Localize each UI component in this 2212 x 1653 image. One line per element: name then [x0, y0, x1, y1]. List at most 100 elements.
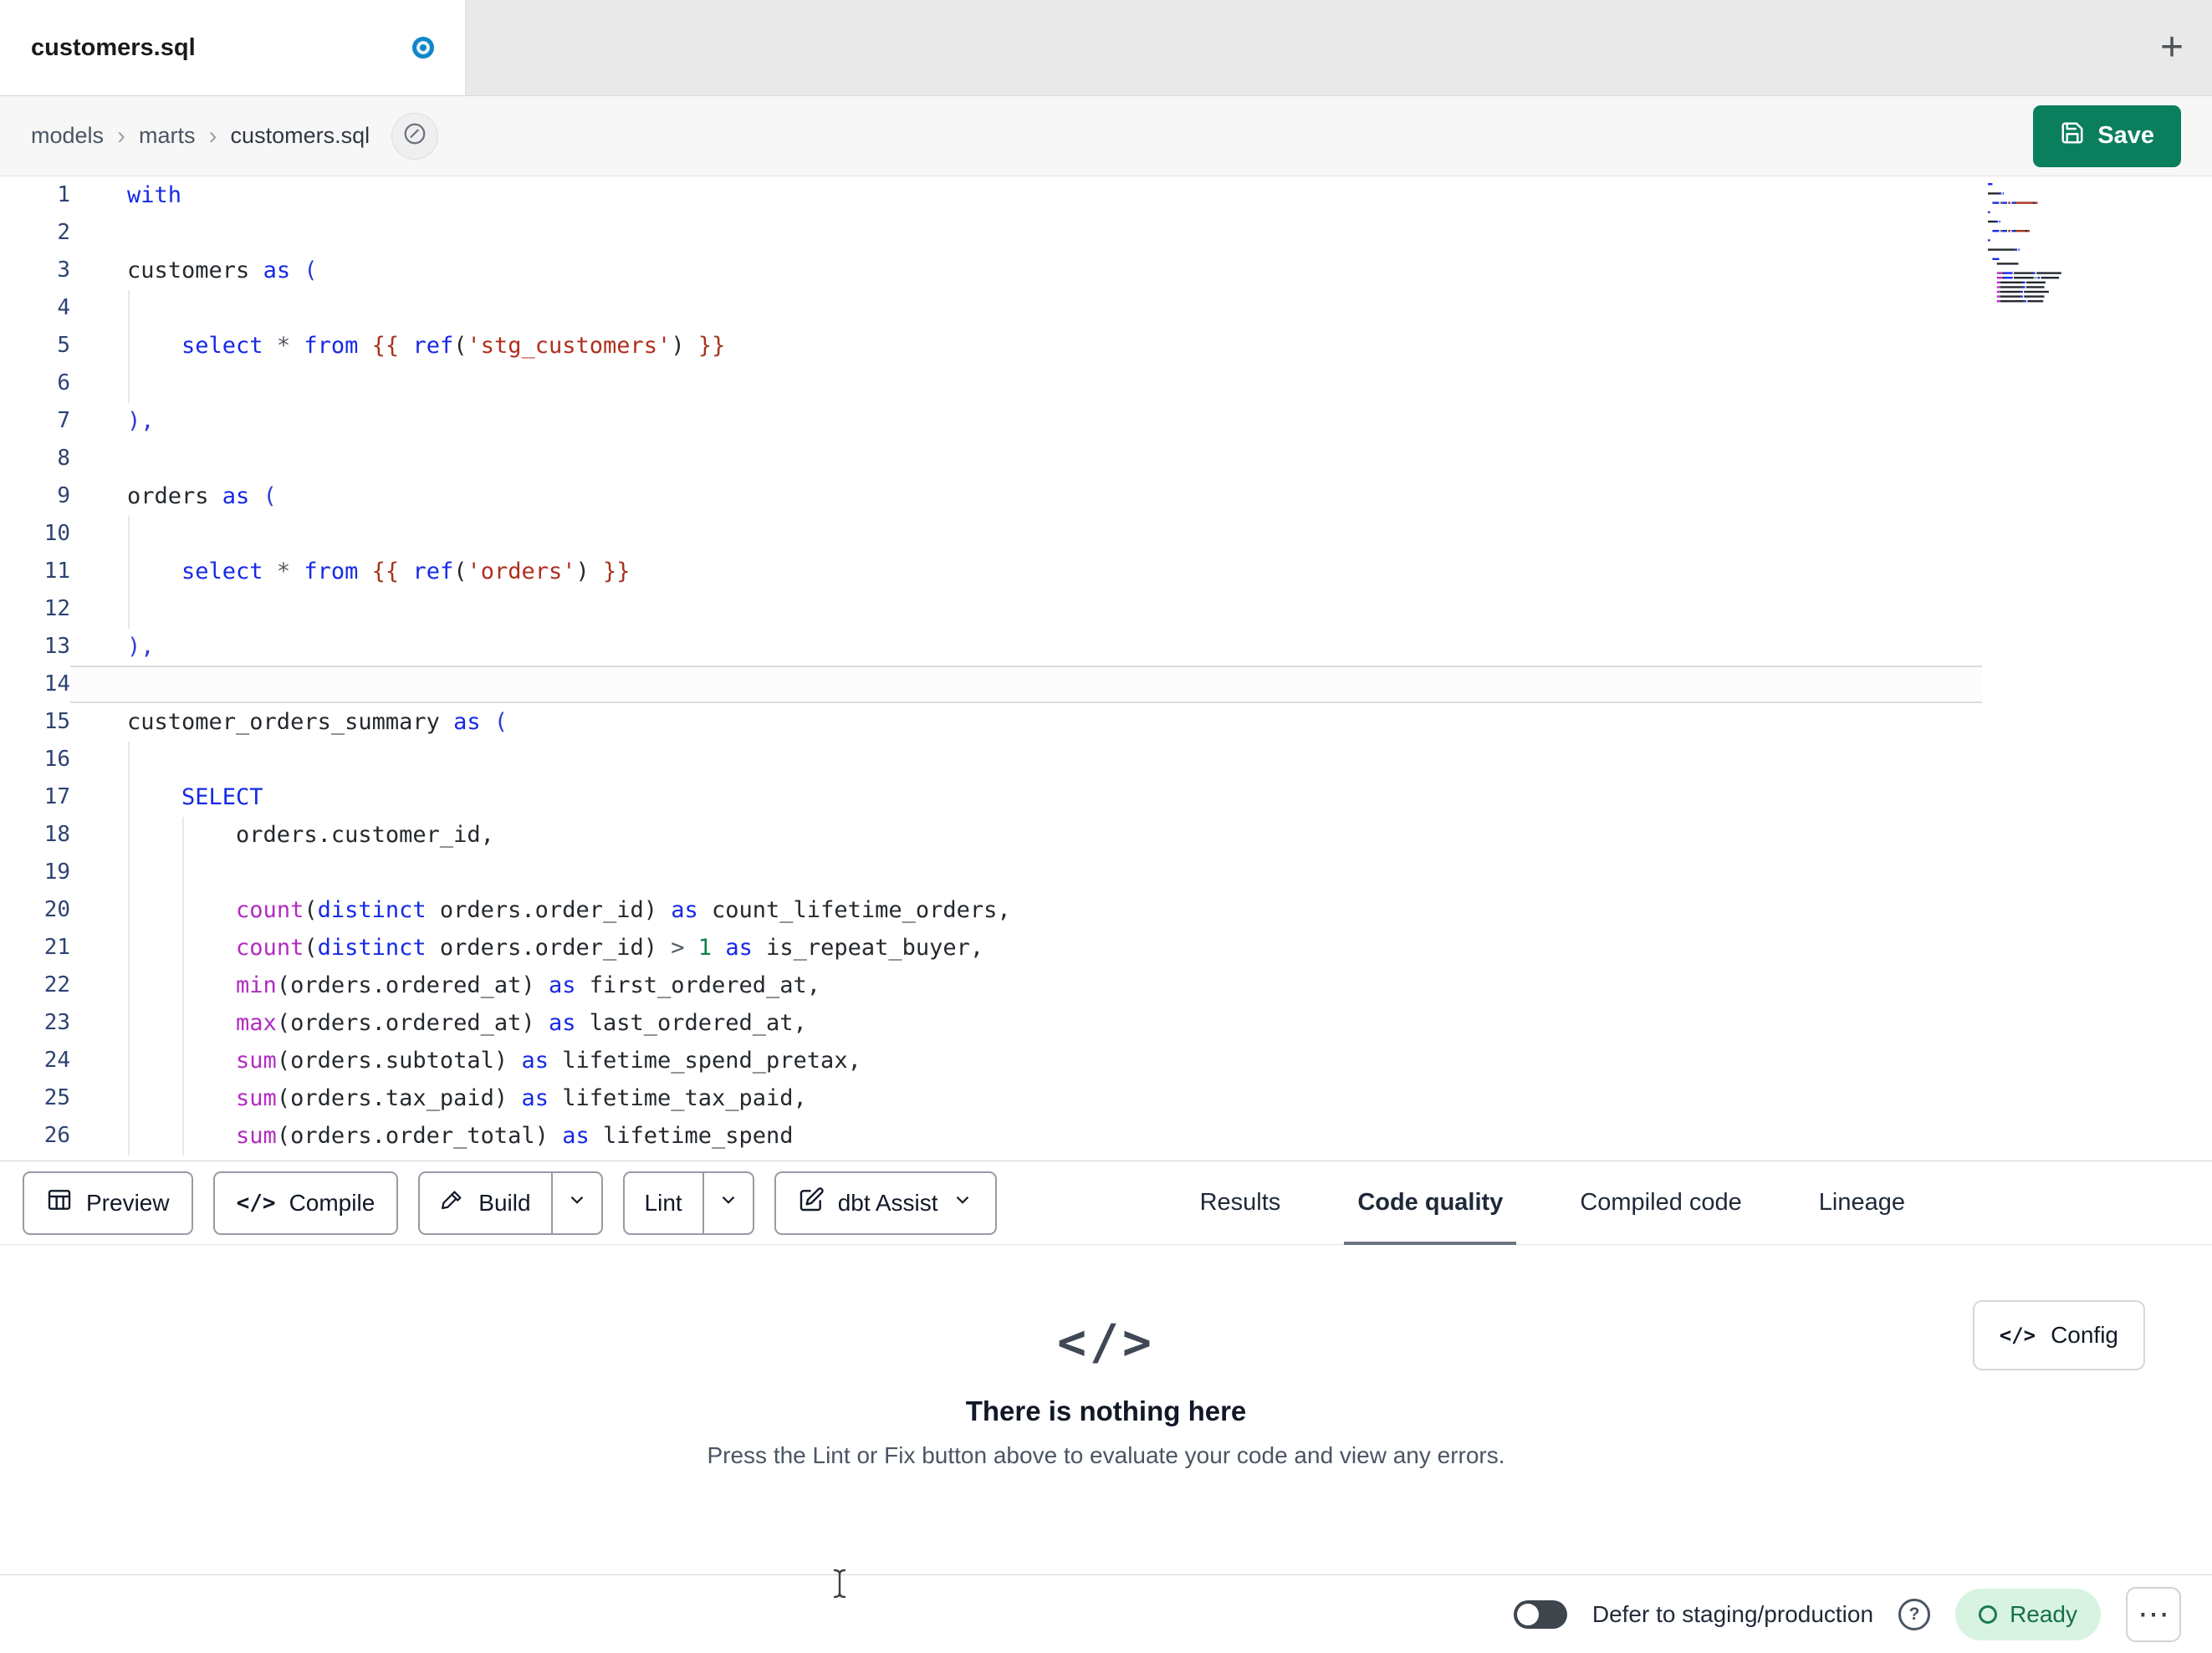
code-line-1[interactable]: 1 with — [0, 176, 2212, 214]
lint-dropdown-button[interactable] — [702, 1172, 753, 1233]
line-number: 23 — [43, 1010, 70, 1035]
code-text — [70, 515, 127, 553]
breadcrumb-item-customers-sql[interactable]: customers.sql — [231, 123, 370, 149]
breadcrumb-separator: › — [208, 121, 217, 150]
code-line-12[interactable]: 12 — [0, 590, 2212, 628]
code-line-22[interactable]: 22 min(orders.ordered_at) as first_order… — [0, 967, 2212, 1004]
line-number: 17 — [43, 784, 70, 809]
code-line-10[interactable]: 10 — [0, 515, 2212, 553]
compile-button[interactable]: </> Compile — [212, 1171, 399, 1235]
new-tab-button[interactable]: + — [2160, 28, 2184, 68]
code-line-23[interactable]: 23 max(orders.ordered_at) as last_ordere… — [0, 1004, 2212, 1042]
line-number: 4 — [57, 295, 70, 320]
tab-results[interactable]: Results — [1192, 1161, 1290, 1244]
minimap[interactable] — [1983, 180, 2117, 322]
breadcrumb-item-marts[interactable]: marts — [139, 123, 196, 149]
code-line-20[interactable]: 20 count(distinct orders.order_id) as co… — [0, 891, 2212, 929]
lint-button-label: Lint — [644, 1189, 682, 1216]
code-line-15[interactable]: 15 customer_orders_summary as ( — [0, 703, 2212, 741]
save-icon — [2060, 120, 2085, 152]
line-number: 18 — [43, 822, 70, 847]
code-editor[interactable]: 1 with 2 3 customers as (4 5 select * from {{… — [0, 176, 2212, 1161]
save-button-label: Save — [2097, 122, 2154, 149]
code-text — [70, 440, 127, 477]
status-badge[interactable]: Ready — [1955, 1588, 2101, 1640]
line-number: 19 — [43, 860, 70, 885]
code-text: customers as ( — [127, 258, 318, 283]
line-number: 8 — [57, 446, 70, 471]
code-line-8[interactable]: 8 — [0, 440, 2212, 477]
code-text: sum(orders.subtotal) as lifetime_spend_p… — [236, 1048, 861, 1074]
chevron-down-icon — [952, 1189, 973, 1217]
dbt-assist-button[interactable]: dbt Assist — [774, 1171, 997, 1235]
code-line-2[interactable]: 2 — [0, 214, 2212, 252]
code-line-7[interactable]: 7), — [0, 402, 2212, 440]
table-icon — [46, 1186, 73, 1219]
dbt-assist-button-label: dbt Assist — [837, 1189, 938, 1216]
code-line-19[interactable]: 19 — [0, 854, 2212, 891]
line-number: 3 — [57, 258, 70, 283]
build-dropdown-button[interactable] — [550, 1172, 601, 1233]
line-number: 10 — [43, 521, 70, 546]
tab-bar: customers.sql + — [0, 0, 2212, 96]
line-number: 2 — [57, 220, 70, 245]
code-text: sum(orders.order_total) as lifetime_spen… — [236, 1123, 794, 1149]
code-line-13[interactable]: 13), — [0, 628, 2212, 666]
lint-button[interactable]: Lint — [625, 1173, 702, 1233]
code-text — [70, 365, 127, 402]
code-line-24[interactable]: 24 sum(orders.subtotal) as lifetime_spen… — [0, 1042, 2212, 1079]
copilot-icon — [402, 121, 427, 151]
chevron-down-icon — [566, 1189, 588, 1217]
preview-button[interactable]: Preview — [23, 1171, 193, 1235]
breadcrumb-separator: › — [117, 121, 126, 150]
code-line-17[interactable]: 17 SELECT — [0, 778, 2212, 816]
preview-button-label: Preview — [86, 1189, 170, 1216]
more-options-button[interactable]: ⋯ — [2126, 1586, 2181, 1642]
breadcrumb-item-models[interactable]: models — [31, 123, 104, 149]
code-text — [70, 289, 127, 327]
empty-state-title: There is nothing here — [965, 1395, 1247, 1426]
tab-label: customers.sql — [31, 33, 196, 61]
line-number: 12 — [43, 596, 70, 621]
tab-code-quality[interactable]: Code quality — [1344, 1161, 1517, 1245]
defer-label: Defer to staging/production — [1591, 1600, 1874, 1627]
tab-lineage[interactable]: Lineage — [1811, 1161, 1913, 1244]
line-number: 26 — [43, 1123, 70, 1148]
code-line-26[interactable]: 26 sum(orders.order_total) as lifetime_s… — [0, 1117, 2212, 1155]
breadcrumb-bar: models › marts › customers.sql Save — [0, 96, 2212, 176]
code-icon: </> — [1057, 1314, 1155, 1370]
code-line-4[interactable]: 4 — [0, 289, 2212, 327]
text-cursor — [830, 1567, 850, 1605]
indent-guide — [182, 817, 184, 1156]
line-number: 13 — [43, 634, 70, 659]
chevron-down-icon — [718, 1189, 739, 1217]
toggle-knob — [1516, 1603, 1539, 1625]
code-line-3[interactable]: 3 customers as ( — [0, 252, 2212, 289]
line-number: 15 — [43, 709, 70, 734]
tab-customers-sql[interactable]: customers.sql — [0, 0, 466, 95]
status-badge-label: Ready — [2010, 1600, 2077, 1627]
help-icon[interactable]: ? — [1898, 1598, 1931, 1630]
build-button[interactable]: Build — [420, 1173, 550, 1233]
code-line-5[interactable]: 5 select * from {{ ref('stg_customers') … — [0, 327, 2212, 365]
status-dot-icon — [1979, 1605, 1998, 1624]
code-line-25[interactable]: 25 sum(orders.tax_paid) as lifetime_tax_… — [0, 1079, 2212, 1117]
result-tabs: Results Code quality Compiled code Linea… — [1192, 1161, 1913, 1245]
config-button[interactable]: </> Config — [1972, 1300, 2145, 1370]
code-text: SELECT — [181, 784, 263, 810]
code-line-18[interactable]: 18 orders.customer_id, — [0, 816, 2212, 854]
line-number: 11 — [43, 559, 70, 584]
copilot-button[interactable] — [391, 112, 439, 160]
code-line-11[interactable]: 11 select * from {{ ref('orders') }} — [0, 553, 2212, 590]
code-line-6[interactable]: 6 — [0, 365, 2212, 402]
line-number: 24 — [43, 1048, 70, 1073]
tab-compiled-code[interactable]: Compiled code — [1571, 1161, 1750, 1244]
code-line-14[interactable]: 14 — [0, 666, 2212, 703]
defer-toggle[interactable] — [1513, 1599, 1567, 1629]
code-text: customer_orders_summary as ( — [127, 709, 508, 735]
code-line-9[interactable]: 9 orders as ( — [0, 477, 2212, 515]
code-line-16[interactable]: 16 — [0, 741, 2212, 778]
code-line-21[interactable]: 21 count(distinct orders.order_id) > 1 a… — [0, 929, 2212, 967]
save-button[interactable]: Save — [2033, 105, 2181, 167]
indent-guide — [128, 290, 130, 403]
